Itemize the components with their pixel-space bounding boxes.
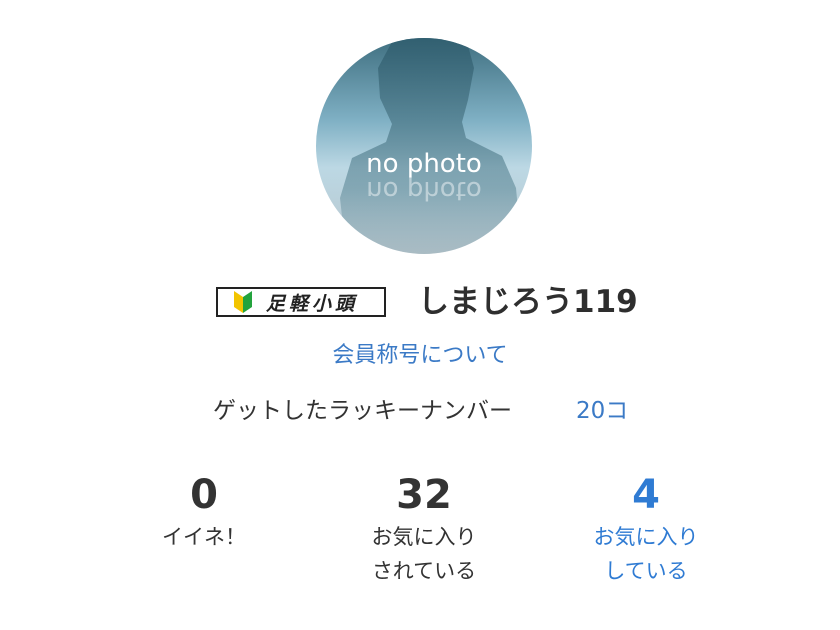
profile-page: no photo no photo 足軽小頭 しまじろう119 会員称号について… — [0, 0, 840, 630]
profile-avatar: no photo no photo — [316, 38, 532, 254]
stat-favorited-by-label-2: されている — [371, 559, 477, 583]
lucky-number-count-link[interactable]: 20コ — [576, 393, 628, 429]
stat-favorited-by-value: 32 — [396, 472, 452, 518]
lucky-number-row: ゲットしたラッキーナンバー 20コ — [0, 393, 840, 429]
stat-favoriting-value[interactable]: 4 — [556, 470, 736, 520]
stat-likes-value: 0 — [190, 472, 218, 518]
name-row: 足軽小頭 しまじろう119 — [0, 282, 840, 322]
silhouette-icon: no photo no photo — [340, 38, 522, 254]
username: しまじろう119 — [418, 284, 638, 320]
stat-favoriting-link[interactable]: 4 お気に入り している — [556, 470, 736, 588]
stat-favoriting-label-2[interactable]: している — [556, 554, 736, 588]
stat-likes: 0 イイネ！ — [114, 470, 294, 554]
member-title-link[interactable]: 会員称号について — [0, 340, 840, 372]
stat-likes-label: イイネ！ — [162, 525, 246, 549]
beginner-mark-icon — [234, 291, 252, 313]
rank-badge: 足軽小頭 — [216, 287, 386, 317]
stat-favorited-by: 32 お気に入り されている — [334, 470, 514, 588]
svg-text:no photo: no photo — [366, 175, 482, 205]
stat-favoriting-label-1[interactable]: お気に入り — [556, 520, 736, 554]
lucky-number-label: ゲットしたラッキーナンバー — [213, 398, 512, 424]
stat-favorited-by-label-1: お気に入り — [371, 525, 477, 549]
rank-badge-text: 足軽小頭 — [266, 292, 359, 315]
svg-text:no photo: no photo — [366, 149, 482, 179]
